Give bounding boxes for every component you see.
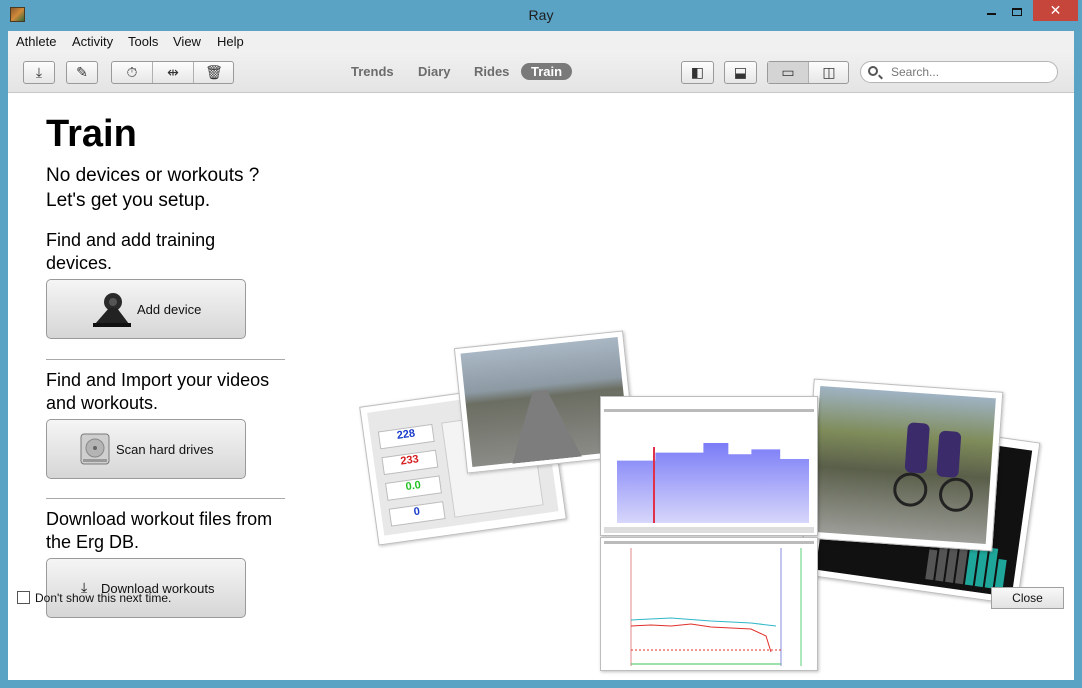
menu-athlete[interactable]: Athlete xyxy=(16,34,56,49)
manual-entry-button[interactable]: ✎ xyxy=(66,61,98,84)
toggle-sidebar-button[interactable]: ◧ xyxy=(681,61,714,84)
tile-view-icon[interactable]: ◫ xyxy=(809,62,849,83)
window-title: Ray xyxy=(528,7,554,23)
layout-toggle-group: ▭ ◫ xyxy=(767,61,849,84)
client-area: Athlete Activity Tools View Help ⤓ ✎ ⏱ ⇹… xyxy=(8,31,1074,680)
add-device-label: Add device xyxy=(137,302,202,317)
close-button[interactable]: Close xyxy=(991,587,1064,609)
close-window-button[interactable]: ✕ xyxy=(1033,0,1078,21)
import-button[interactable]: ⤓ xyxy=(23,61,55,84)
maximize-icon xyxy=(1012,7,1022,16)
intro-line-1: No devices or workouts ? xyxy=(46,165,260,186)
tab-view-icon[interactable]: ▭ xyxy=(768,62,809,83)
page-title: Train xyxy=(46,113,137,155)
search-input[interactable] xyxy=(891,64,1051,80)
scan-hard-drives-button[interactable]: Scan hard drives xyxy=(46,419,246,479)
menu-activity[interactable]: Activity xyxy=(72,34,113,49)
power-value: 228 xyxy=(377,423,435,450)
devices-description: Find and add training devices. xyxy=(46,230,216,273)
tab-diary[interactable]: Diary xyxy=(418,64,451,79)
ride-chart-card xyxy=(600,537,818,671)
trainer-icon xyxy=(93,293,131,327)
erg-description: Download workout files from the Erg DB. xyxy=(46,509,273,552)
stopwatch-icon[interactable]: ⏱ xyxy=(112,62,153,83)
videos-description: Find and Import your videos and workouts… xyxy=(46,370,270,413)
cadence-value: 0 xyxy=(388,501,446,527)
divider xyxy=(46,498,285,499)
minimize-icon xyxy=(986,12,996,15)
search-icon xyxy=(868,66,878,76)
dont-show-label: Don't show this next time. xyxy=(35,591,172,605)
sidebar-icon: ◧ xyxy=(690,64,705,80)
scan-label: Scan hard drives xyxy=(116,442,214,457)
heartrate-value: 233 xyxy=(381,449,439,476)
activity-tools-group: ⏱ ⇹ 🗑 xyxy=(111,61,234,84)
toolbar: ⤓ ✎ ⏱ ⇹ 🗑 Trends Diary Rides Train ◧ ⬓ ▭ xyxy=(8,53,1074,93)
maximize-button[interactable] xyxy=(1004,0,1030,21)
cyclists-video-card xyxy=(802,378,1004,552)
menu-bar: Athlete Activity Tools View Help xyxy=(8,31,1074,53)
tab-trends[interactable]: Trends xyxy=(351,64,394,79)
menu-tools[interactable]: Tools xyxy=(128,34,158,49)
minimize-button[interactable] xyxy=(978,0,1004,21)
menu-help[interactable]: Help xyxy=(217,34,244,49)
trash-icon[interactable]: 🗑 xyxy=(194,62,234,83)
title-bar[interactable]: Ray ✕ xyxy=(0,0,1082,31)
ride-line-chart xyxy=(630,548,802,666)
menu-view[interactable]: View xyxy=(173,34,201,49)
workout-profile-card xyxy=(600,396,818,536)
hard-drive-icon xyxy=(80,433,110,465)
split-icon[interactable]: ⇹ xyxy=(153,62,194,83)
download-workouts-button[interactable]: ⤓ Download workouts xyxy=(46,558,246,618)
edit-icon: ✎ xyxy=(76,64,88,80)
speed-value: 0.0 xyxy=(385,475,443,501)
add-device-button[interactable]: Add device xyxy=(46,279,246,339)
toggle-bottom-bar-button[interactable]: ⬓ xyxy=(724,61,757,84)
application-window: Ray ✕ Athlete Activity Tools View Help ⤓… xyxy=(0,0,1082,688)
bottom-panel-icon: ⬓ xyxy=(733,64,748,80)
tab-train[interactable]: Train xyxy=(521,63,573,80)
dont-show-checkbox[interactable] xyxy=(17,591,30,604)
download-icon: ⤓ xyxy=(35,64,43,80)
intro-line-2: Let's get you setup. xyxy=(46,190,211,211)
search-box[interactable] xyxy=(860,61,1058,83)
divider xyxy=(46,359,285,360)
tab-rides[interactable]: Rides xyxy=(474,64,509,79)
